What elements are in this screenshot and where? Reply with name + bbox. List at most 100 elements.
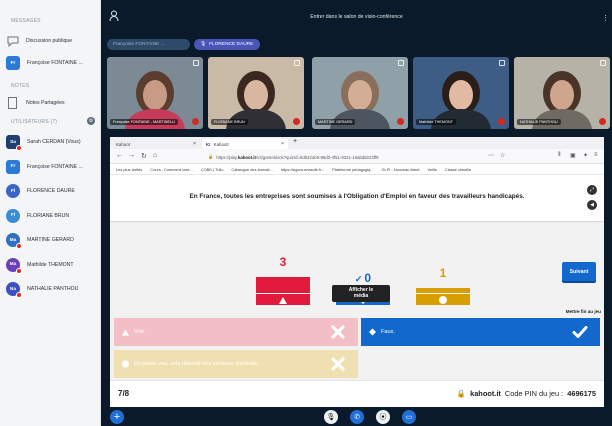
bookmark-item[interactable]: Classe virtuelle [445, 167, 471, 172]
browser-tab[interactable]: Kahoot × [112, 139, 200, 149]
end-game-link[interactable]: Mettre fin au jeu [566, 309, 601, 314]
actions-plus-button[interactable]: + [110, 410, 124, 424]
video-tile[interactable]: Mathilde THEMONT [413, 57, 509, 129]
room-title[interactable]: Entrer dans le salon de visio-conférence [101, 14, 612, 20]
answer-option-circle: En partie vrai, cela dépend des secteurs… [114, 350, 358, 378]
pin-label: Code PIN du jeu : [504, 389, 564, 398]
microphone-icon: 🎙 [200, 42, 207, 47]
chat-bubble-icon [6, 35, 19, 48]
bookmark-star-icon[interactable]: ☆ [500, 152, 505, 159]
video-tile[interactable]: Françoise FONTAINE - MARTINELLI [107, 57, 203, 129]
back-arrow-icon[interactable]: ← [116, 152, 123, 159]
share-webcam-button[interactable]: ⦿ [376, 410, 390, 424]
bookmark-item[interactable]: Les plus visités [116, 167, 142, 172]
game-pin: 4696175 [567, 389, 596, 398]
user-name: Sarah CERDAN (Vous) [27, 139, 81, 145]
leave-audio-button[interactable]: ✆ [350, 410, 364, 424]
fullscreen-icon[interactable]: ⤢ [587, 185, 597, 195]
reload-icon[interactable]: ↻ [141, 152, 147, 160]
more-options-icon[interactable]: ⋮ [602, 14, 609, 22]
video-tile[interactable]: MARTINE GERARD [312, 57, 408, 129]
close-tab-icon[interactable]: × [281, 141, 284, 147]
plus-icon: + [113, 410, 121, 423]
muted-status-icon [16, 292, 22, 298]
avatar-initials: Sa [10, 139, 16, 145]
muted-status-icon [16, 267, 22, 274]
new-tab-icon[interactable]: + [293, 138, 297, 145]
lock-icon: 🔒 [456, 389, 467, 398]
bookmark-item[interactable]: https://sigora.enasofs.fr... [281, 167, 324, 172]
avatar-initials: Ma [9, 237, 17, 243]
avatar: Fl [6, 184, 20, 198]
bookmark-item[interactable]: Veille [428, 167, 437, 172]
sound-icon[interactable]: ◀ [587, 200, 597, 210]
check-mark-icon [572, 324, 588, 340]
user-list-item[interactable]: Fr Françoise FONTAINE ... [6, 156, 98, 178]
avatar: Fr [6, 56, 20, 70]
next-button[interactable]: Suivant [562, 262, 596, 281]
question-bar: En France, toutes les entreprises sont s… [110, 175, 604, 221]
result-count: 3 [256, 255, 310, 269]
public-chat-item[interactable]: Discussion publique [6, 30, 98, 52]
close-tab-icon[interactable]: × [193, 141, 196, 147]
circle-icon [439, 291, 447, 309]
user-list-item[interactable]: Ma MARTINE GERARD [6, 229, 98, 251]
muted-microphone-icon [397, 118, 404, 125]
menu-icon[interactable]: ≡ [594, 152, 598, 158]
expand-video-icon[interactable] [398, 60, 404, 66]
video-tile-name: Françoise FONTAINE - MARTINELLI [110, 119, 179, 125]
browser-tab-strip: Kahoot × K! Kahoot! × + [110, 137, 604, 149]
user-name: Mathilde THEMONT [27, 261, 74, 268]
microphone-muted-icon: 🎙 [326, 414, 336, 421]
browser-tab-active[interactable]: K! Kahoot! × [202, 139, 288, 149]
avatar: Na [6, 282, 22, 298]
mute-microphone-button[interactable]: 🎙 [324, 410, 338, 424]
top-bar: Entrer dans le salon de visio-conférence… [101, 0, 612, 36]
bookmark-item[interactable]: GLPI - Nouveau ticket [382, 167, 420, 172]
user-list-item[interactable]: Fl FLORIANE BRUN [6, 205, 98, 227]
show-media-button[interactable]: Afficher le média [332, 285, 390, 302]
user-list-item[interactable]: Ma Mathilde THEMONT [6, 254, 98, 276]
user-name: MARTINE GERARD [27, 237, 74, 243]
users-settings-gear-icon[interactable]: ⚙ [87, 117, 95, 125]
url-domain: kahoot.it [238, 154, 256, 160]
extension-icon[interactable]: ✦ [583, 152, 588, 159]
forward-arrow-icon[interactable]: → [128, 152, 135, 159]
sidebar-toggle-icon[interactable]: ▣ [570, 152, 576, 159]
video-tile-name: FLORIANE BRUN [211, 119, 248, 125]
expand-video-icon[interactable] [294, 60, 300, 66]
answer-text: Vrai. [134, 329, 146, 335]
result-count-value: 3 [279, 255, 287, 269]
result-count: 1 [416, 266, 470, 280]
user-list-item[interactable]: Sa Sarah CERDAN (Vous) [6, 131, 98, 153]
public-chat-label: Discussion publique [26, 38, 73, 44]
muted-microphone-icon [192, 118, 199, 125]
library-icon[interactable]: ⫴ [558, 152, 561, 159]
expand-video-icon[interactable] [600, 60, 606, 66]
bookmarks-bar: Les plus visités Cours : Comment crée... C… [110, 164, 604, 175]
shared-notes-item[interactable]: Notes Partagées [6, 92, 98, 114]
expand-video-icon[interactable] [193, 60, 199, 66]
video-tile-name: NATHALIE PANTHOU [517, 119, 561, 125]
avatar-initials: Ma [9, 262, 17, 267]
user-list-item[interactable]: Fl FLORENCE DAURE [6, 180, 98, 202]
result-bar-base [256, 294, 310, 305]
url-path: /v2/gameblock?quizId=6d542de5-89d3-4f51-… [255, 154, 379, 160]
avatar: Sa [6, 135, 22, 151]
home-icon[interactable]: ⌂ [153, 152, 157, 159]
bookmark-item[interactable]: Plateforme pédagogiq... [332, 167, 373, 172]
triangle-icon [279, 291, 287, 309]
expand-video-icon[interactable] [499, 60, 505, 66]
phone-icon: ✆ [354, 414, 360, 421]
result-bar-base [416, 294, 470, 305]
video-tile[interactable]: FLORIANE BRUN [208, 57, 304, 129]
page-actions-icon[interactable]: ⋯ [488, 152, 494, 159]
bookmark-item[interactable]: COBD | Tuilo [201, 167, 224, 172]
bookmark-item[interactable]: Catalogue des formati... [231, 167, 272, 172]
video-tile[interactable]: NATHALIE PANTHOU [514, 57, 610, 129]
bookmark-item[interactable]: Cours : Comment crée... [150, 167, 192, 172]
address-bar[interactable]: 🔒 https://play. kahoot.it/v2/gameblock?qu… [208, 153, 444, 161]
private-chat-item[interactable]: Fr Françoise FONTAINE ... [6, 52, 98, 74]
share-screen-button[interactable]: ▭ [402, 410, 416, 424]
user-list-item[interactable]: Na NATHALIE PANTHOU [6, 278, 98, 300]
